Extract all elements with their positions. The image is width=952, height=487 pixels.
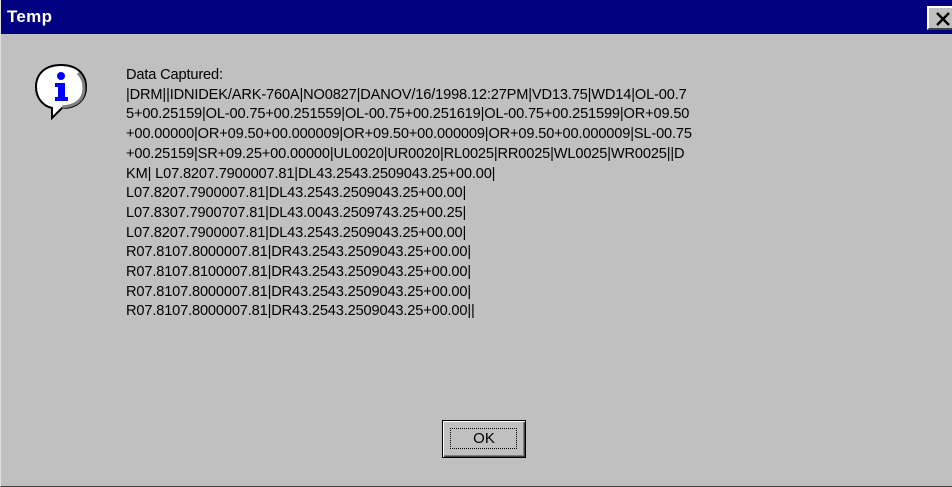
dialog-window: Temp Data Captured: |DRM||IDNIDEK/ARK-760…: [0, 0, 952, 487]
message-line: +00.00000|OR+09.50+00.000009|OR+09.50+00…: [126, 126, 692, 143]
message-line: R07.8107.8100007.81|DR43.2543.2509043.25…: [126, 264, 472, 281]
close-icon: [936, 12, 950, 26]
message-line: |DRM||IDNIDEK/ARK-760A|NO0827|DANOV/16/1…: [126, 86, 687, 103]
ok-button[interactable]: OK: [442, 420, 526, 458]
message-line: L07.8307.7900707.81|DL43.0043.2509743.25…: [126, 204, 467, 221]
message-line: L07.8207.7900007.81|DL43.2543.2509043.25…: [126, 224, 467, 241]
message-line: L07.8207.7900007.81|DL43.2543.2509043.25…: [126, 185, 467, 202]
title-bar[interactable]: Temp: [1, 0, 952, 34]
message-line: R07.8107.8000007.81|DR43.2543.2509043.25…: [126, 283, 472, 300]
message-text: Data Captured: |DRM||IDNIDEK/ARK-760A|NO0…: [126, 66, 946, 322]
window-title: Temp: [7, 7, 53, 26]
message-line: R07.8107.8000007.81|DR43.2543.2509043.25…: [126, 303, 475, 320]
message-line: +00.25159|SR+09.25+00.00000|UL0020|UR002…: [126, 145, 685, 162]
information-icon: [31, 60, 91, 121]
message-line: KM| L07.8207.7900007.81|DL43.2543.250904…: [126, 165, 496, 182]
message-line: 5+00.25159|OL-00.75+00.251559|OL-00.75+0…: [126, 106, 690, 123]
ok-button-label: OK: [473, 430, 495, 447]
message-line: R07.8107.8000007.81|DR43.2543.2509043.25…: [126, 244, 472, 261]
message-line: Data Captured:: [126, 67, 223, 83]
close-button[interactable]: [927, 6, 952, 30]
